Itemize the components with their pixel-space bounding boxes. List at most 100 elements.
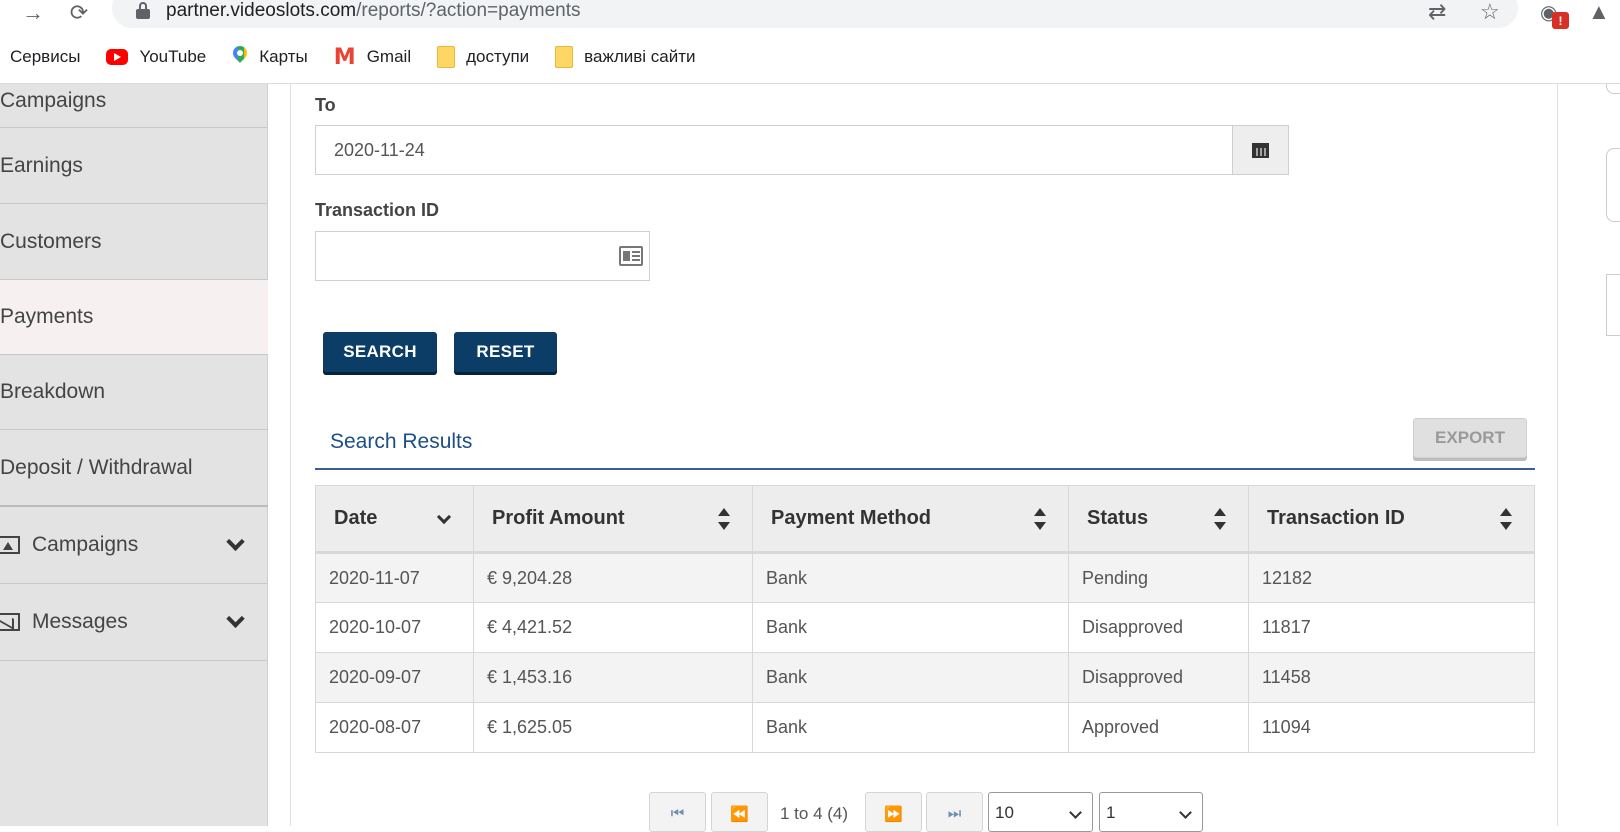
cell-amount: € 9,204.28 [473,552,753,603]
lock-icon[interactable] [136,2,150,20]
id-card-icon [619,246,643,266]
first-page-icon: ⏮ [670,805,685,822]
sort-desc-icon [436,509,452,524]
search-button[interactable]: SEARCH [323,332,437,372]
sidebar-item-label: Campaigns [0,88,107,112]
to-date-value: 2020-11-24 [334,139,425,160]
transaction-id-input[interactable] [315,231,650,281]
sidebar-item-label: Payments [0,305,94,328]
sidebar: Campaigns Earnings Customers Payments Br… [0,84,268,826]
sidebar-group-label: Messages [32,610,128,633]
sort-icon [1500,507,1512,530]
bookmark-label: Карты [259,47,308,66]
cell-status: Approved [1068,702,1249,753]
sidebar-group-campaigns[interactable]: Campaigns [0,507,268,584]
bookmarks-bar: Сервисы YouTube Карты Gmail доступи важл… [0,42,722,72]
results-title: Search Results [330,430,473,453]
sidebar-item-label: Breakdown [0,380,106,403]
calendar-icon [1252,142,1269,158]
sidebar-item-customers[interactable]: Customers [0,204,268,280]
bookmark-label: Gmail [366,47,412,66]
translate-icon[interactable]: ⇄ [1428,0,1446,24]
results-table: Date Profit Amount Payment Method Status… [315,485,1535,753]
cell-transaction-id: 11458 [1248,652,1535,703]
sidebar-item-label: Deposit / Withdrawal [0,455,193,479]
bookmark-gmail[interactable]: Gmail [334,45,412,70]
cell-status: Pending [1068,552,1249,603]
cell-date: 2020-09-07 [315,652,474,703]
bookmark-youtube[interactable]: YouTube [106,47,206,67]
bookmark-maps[interactable]: Карты [232,46,308,68]
column-header-date[interactable]: Date [315,485,474,554]
cell-method: Bank [752,552,1069,603]
next-page-button[interactable]: ⏩ [865,792,922,832]
bookmark-label: важливі сайти [584,47,696,66]
cell-date: 2020-11-07 [315,552,474,603]
page-number-select[interactable]: 1 [1099,792,1203,832]
cell-date: 2020-08-07 [315,702,474,753]
cell-status: Disapproved [1068,602,1249,653]
sidebar-group-messages[interactable]: Messages [0,584,268,661]
cell-method: Bank [752,702,1069,753]
prev-page-button[interactable]: ⏪ [711,792,768,832]
export-button[interactable]: EXPORT [1413,418,1527,458]
pagination-info: 1 to 4 (4) [780,804,849,823]
folder-icon [437,46,456,68]
reset-button[interactable]: RESET [454,332,557,372]
cell-method: Bank [752,652,1069,703]
extension-badge: ! [1552,12,1569,29]
right-panel-edge [1606,84,1620,826]
drive-icon[interactable]: ▲ [1588,0,1610,24]
page-size-value: 10 [995,803,1014,822]
cell-transaction-id: 11817 [1248,602,1535,653]
table-row: 2020-08-07 € 1,625.05 Bank Approved 1109… [315,702,1535,753]
folder-icon [555,46,574,68]
sidebar-item-campaigns[interactable]: Campaigns [0,74,268,128]
sort-icon [1214,507,1226,530]
cell-amount: € 1,453.16 [473,652,753,703]
sort-icon [718,507,730,530]
cell-method: Bank [752,602,1069,653]
page-number-value: 1 [1106,803,1116,822]
calendar-button[interactable] [1232,125,1289,175]
chevron-down-icon [1179,806,1192,819]
bookmark-apps[interactable]: Сервисы [10,47,80,67]
transaction-id-label: Transaction ID [315,200,440,220]
column-header-payment-method[interactable]: Payment Method [752,485,1069,554]
sidebar-item-breakdown[interactable]: Breakdown [0,355,268,430]
cell-status: Disapproved [1068,652,1249,703]
column-header-transaction-id[interactable]: Transaction ID [1248,485,1535,554]
last-page-button[interactable]: ⏭ [926,792,983,832]
bookmark-folder-access[interactable]: доступи [437,46,529,68]
column-header-profit-amount[interactable]: Profit Amount [473,485,753,554]
fast-forward-icon: ⏩ [884,806,903,823]
url-text[interactable]: partner.videoslots.com/reports/?action=p… [166,0,581,22]
to-label: To [315,95,336,115]
sidebar-item-deposit-withdrawal[interactable]: Deposit / Withdrawal [0,430,268,507]
browser-chrome: → ⟳ partner.videoslots.com/reports/?acti… [0,0,1620,84]
reload-icon[interactable]: ⟳ [64,0,94,26]
cell-transaction-id: 11094 [1248,702,1535,753]
page-size-select[interactable]: 10 [988,792,1093,832]
cell-amount: € 1,625.05 [473,702,753,753]
table-row: 2020-09-07 € 1,453.16 Bank Disapproved 1… [315,652,1535,703]
bookmark-folder-important[interactable]: важливі сайти [555,46,696,68]
chevron-down-icon [226,609,245,628]
bookmark-label: YouTube [139,47,207,66]
column-header-status[interactable]: Status [1068,485,1249,554]
cell-amount: € 4,421.52 [473,602,753,653]
chevron-down-icon [226,532,245,551]
first-page-button[interactable]: ⏮ [649,792,706,832]
forward-icon[interactable]: → [18,0,48,26]
youtube-icon [106,49,129,65]
table-row: 2020-10-07 € 4,421.52 Bank Disapproved 1… [315,602,1535,653]
bookmark-label: доступи [466,47,530,66]
sidebar-item-payments[interactable]: Payments [0,280,268,355]
results-divider [315,468,1535,470]
bookmark-label: Сервисы [10,47,81,66]
sidebar-item-label: Earnings [0,153,83,177]
bookmark-star-icon[interactable]: ☆ [1480,0,1500,24]
sidebar-item-earnings[interactable]: Earnings [0,128,268,204]
to-date-input[interactable]: 2020-11-24 [315,125,1233,175]
last-page-icon: ⏭ [947,805,962,822]
